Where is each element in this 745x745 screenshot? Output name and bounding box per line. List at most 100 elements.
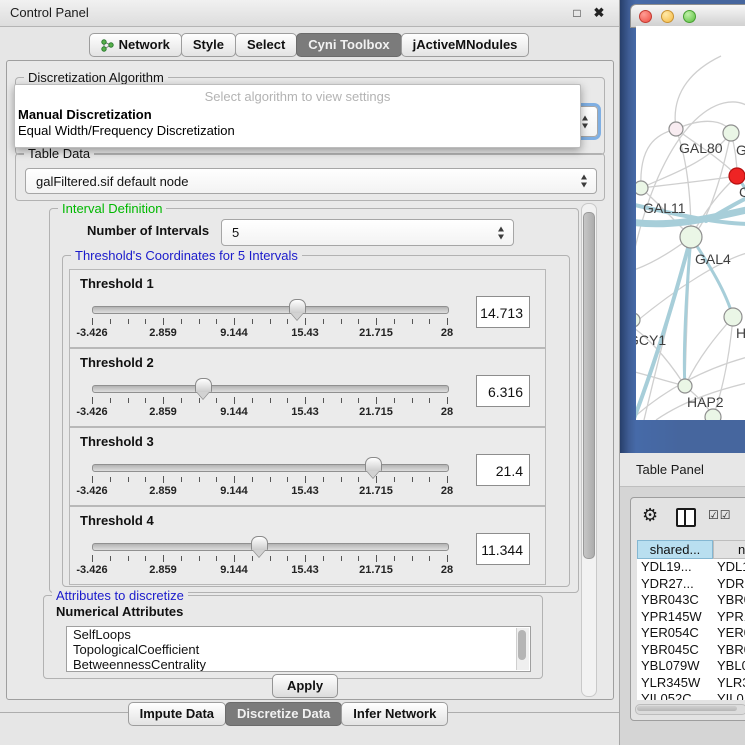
- scrollbar-thumb[interactable]: [583, 212, 595, 559]
- algorithm-option-equal-width-frequency[interactable]: Equal Width/Frequency Discretization: [18, 123, 577, 138]
- threshold-slider-track[interactable]: [92, 306, 449, 314]
- threshold-slider-track[interactable]: [92, 464, 449, 472]
- network-canvas[interactable]: GAL80GACGAL11GAL4GCY1HHAP2: [636, 26, 745, 420]
- threshold-value-field[interactable]: 14.713: [476, 296, 530, 328]
- table-row[interactable]: YER054CYER0: [637, 625, 745, 642]
- main-tab-cyni-toolbox[interactable]: Cyni Toolbox: [296, 33, 401, 57]
- tick-mark: [358, 477, 359, 482]
- table-cell[interactable]: YIL052C: [637, 691, 713, 700]
- table-cell[interactable]: YLR3: [713, 675, 745, 692]
- table-column-header-na[interactable]: na: [713, 540, 745, 559]
- threshold-slider-thumb[interactable]: [195, 378, 212, 392]
- table-cell[interactable]: YBR0: [713, 592, 745, 609]
- float-window-icon[interactable]: □: [569, 5, 585, 21]
- table-cell[interactable]: YIL0: [713, 691, 745, 700]
- table-row[interactable]: YLR345WYLR3: [637, 675, 745, 692]
- table-data-combobox[interactable]: galFiltered.sif default node: [25, 168, 597, 194]
- stepper-icon: [497, 225, 506, 240]
- numerical-attributes-list[interactable]: SelfLoopsTopologicalCoefficientBetweenne…: [66, 626, 531, 672]
- network-node-h[interactable]: [724, 308, 742, 326]
- cyni-tab-infer-network[interactable]: Infer Network: [341, 702, 448, 726]
- table-cell[interactable]: YBR045C: [637, 642, 713, 659]
- table-cell[interactable]: YDL1: [713, 559, 745, 576]
- table-cell[interactable]: YDL19...: [637, 559, 713, 576]
- tick-label: 28: [425, 564, 469, 576]
- tick-mark: [181, 556, 182, 561]
- table-horizontal-scrollbar[interactable]: [635, 704, 745, 715]
- threshold-slider-thumb[interactable]: [289, 299, 306, 313]
- tab-label: Select: [247, 34, 285, 56]
- network-node[interactable]: [705, 409, 721, 420]
- table-row[interactable]: YBR045CYBR0: [637, 642, 745, 659]
- settings-vertical-scrollbar[interactable]: [581, 203, 597, 697]
- tick-mark: [234, 318, 235, 325]
- tick-mark: [145, 477, 146, 482]
- main-tab-jactivemnodules[interactable]: jActiveMNodules: [401, 33, 530, 57]
- close-icon[interactable]: ✖: [591, 5, 607, 21]
- network-node-gal4[interactable]: [680, 226, 702, 248]
- table-column-header-shared[interactable]: shared...: [637, 540, 713, 559]
- table-row[interactable]: YIL052CYIL0: [637, 691, 745, 700]
- threshold-value-field[interactable]: 21.4: [476, 454, 530, 486]
- network-node-c[interactable]: [729, 168, 745, 184]
- network-node-gcy1[interactable]: [636, 313, 640, 327]
- network-node-gal80[interactable]: [669, 122, 683, 136]
- table-cell[interactable]: YER054C: [637, 625, 713, 642]
- threshold-value-field[interactable]: 11.344: [476, 533, 530, 565]
- minimize-traffic-light-icon[interactable]: [661, 10, 674, 23]
- table-cell[interactable]: YBL0: [713, 658, 745, 675]
- threshold-slider-track[interactable]: [92, 385, 449, 393]
- threshold-slider-thumb[interactable]: [365, 457, 382, 471]
- threshold-value-field[interactable]: 6.316: [476, 375, 530, 407]
- tick-mark: [92, 476, 93, 483]
- close-traffic-light-icon[interactable]: [639, 10, 652, 23]
- tick-label: 28: [425, 406, 469, 418]
- network-node-gal11[interactable]: [636, 181, 648, 195]
- table-cell[interactable]: YPR145W: [637, 609, 713, 626]
- threshold-slider-thumb[interactable]: [251, 536, 268, 550]
- zoom-traffic-light-icon[interactable]: [683, 10, 696, 23]
- attribute-item-selfloops[interactable]: SelfLoops: [67, 627, 530, 642]
- attributes-list-scrollbar[interactable]: [516, 628, 529, 670]
- table-cell[interactable]: YBL079W: [637, 658, 713, 675]
- cyni-tab-discretize-data[interactable]: Discretize Data: [225, 702, 342, 726]
- columns-icon[interactable]: [676, 508, 696, 527]
- table-cell[interactable]: YLR345W: [637, 675, 713, 692]
- table-row[interactable]: YBR043CYBR0: [637, 592, 745, 609]
- apply-button[interactable]: Apply: [272, 674, 338, 698]
- table-panel-titlebar: Table Panel: [620, 453, 745, 487]
- tick-mark: [305, 555, 306, 562]
- scrollbar-thumb[interactable]: [637, 706, 737, 711]
- table-cell[interactable]: YPR1: [713, 609, 745, 626]
- table-row[interactable]: YBL079WYBL0: [637, 658, 745, 675]
- tick-mark: [341, 477, 342, 482]
- table-row[interactable]: YDL19...YDL1: [637, 559, 745, 576]
- network-node-ga[interactable]: [723, 125, 739, 141]
- gear-icon[interactable]: ⚙: [642, 506, 658, 524]
- number-of-intervals-combobox[interactable]: 5: [221, 219, 514, 246]
- scrollbar-thumb[interactable]: [518, 630, 526, 660]
- tick-label: 9.144: [212, 406, 256, 418]
- tick-mark: [447, 555, 448, 562]
- table-cell[interactable]: YBR0: [713, 642, 745, 659]
- threshold-slider-track[interactable]: [92, 543, 449, 551]
- tick-mark: [287, 398, 288, 403]
- main-tab-select[interactable]: Select: [235, 33, 297, 57]
- network-node-hap2[interactable]: [678, 379, 692, 393]
- attribute-item-topologicalcoefficient[interactable]: TopologicalCoefficient: [67, 642, 530, 657]
- table-cell[interactable]: YDR27...: [637, 576, 713, 593]
- cyni-tab-impute-data[interactable]: Impute Data: [128, 702, 226, 726]
- network-view-window: GAL80GACGAL11GAL4GCY1HHAP2: [620, 0, 745, 453]
- slider-ticks: [92, 318, 448, 326]
- main-tab-style[interactable]: Style: [181, 33, 236, 57]
- table-row[interactable]: YDR27...YDR2: [637, 576, 745, 593]
- table-row[interactable]: YPR145WYPR1: [637, 609, 745, 626]
- checkboxes-icon[interactable]: ☑☑: [708, 508, 732, 522]
- attribute-item-betweennesscentrality[interactable]: BetweennessCentrality: [67, 657, 530, 672]
- main-tab-network[interactable]: Network: [89, 33, 182, 57]
- algorithm-option-manual-discretization[interactable]: Manual Discretization: [18, 107, 577, 122]
- table-cell[interactable]: YBR043C: [637, 592, 713, 609]
- threshold-panel-4: Threshold 4-3.4262.8599.14415.4321.71528…: [69, 506, 546, 585]
- table-cell[interactable]: YER0: [713, 625, 745, 642]
- table-cell[interactable]: YDR2: [713, 576, 745, 593]
